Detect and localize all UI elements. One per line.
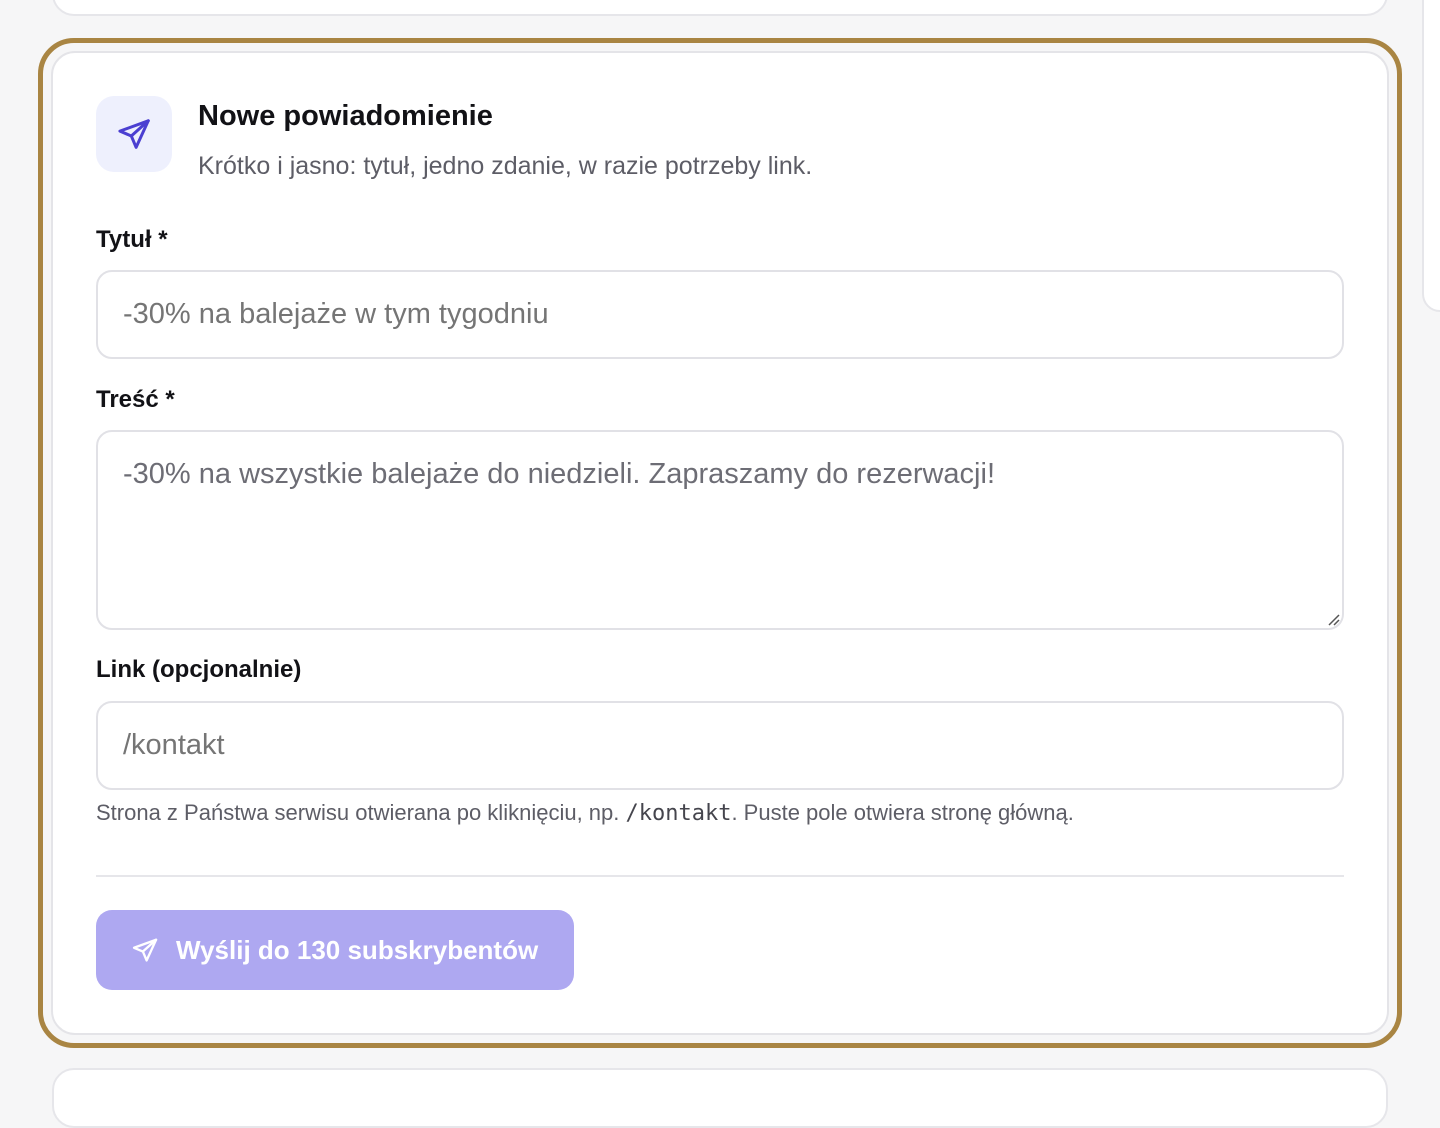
paper-plane-icon xyxy=(96,96,172,172)
link-hint-example: /kontakt xyxy=(625,801,732,826)
card-subtitle: Krótko i jasno: tytuł, jedno zdanie, w r… xyxy=(198,152,813,180)
send-button-label: Wyślij do 130 subskrybentów xyxy=(176,934,539,965)
resize-handle-icon[interactable] xyxy=(1326,612,1340,626)
next-card xyxy=(52,1068,1388,1128)
previous-card xyxy=(52,0,1388,16)
side-panel xyxy=(1422,0,1440,312)
body-textarea[interactable]: -30% na wszystkie balejaże do niedzieli.… xyxy=(96,430,1344,630)
body-placeholder: -30% na wszystkie balejaże do niedzieli.… xyxy=(123,458,995,490)
title-input[interactable] xyxy=(96,270,1344,359)
paper-plane-icon xyxy=(130,935,160,965)
link-hint-text-before: Strona z Państwa serwisu otwierana po kl… xyxy=(96,800,626,825)
divider xyxy=(96,875,1344,877)
link-field-label: Link (opcjonalnie) xyxy=(96,656,302,683)
link-hint: Strona z Państwa serwisu otwierana po kl… xyxy=(96,800,1074,826)
body-field-label: Treść * xyxy=(96,386,175,413)
send-button[interactable]: Wyślij do 130 subskrybentów xyxy=(96,910,574,990)
card-title: Nowe powiadomienie xyxy=(198,100,493,132)
link-input[interactable] xyxy=(96,701,1344,790)
title-field-label: Tytuł * xyxy=(96,226,168,253)
link-hint-text-after: . Puste pole otwiera stronę główną. xyxy=(731,800,1074,825)
